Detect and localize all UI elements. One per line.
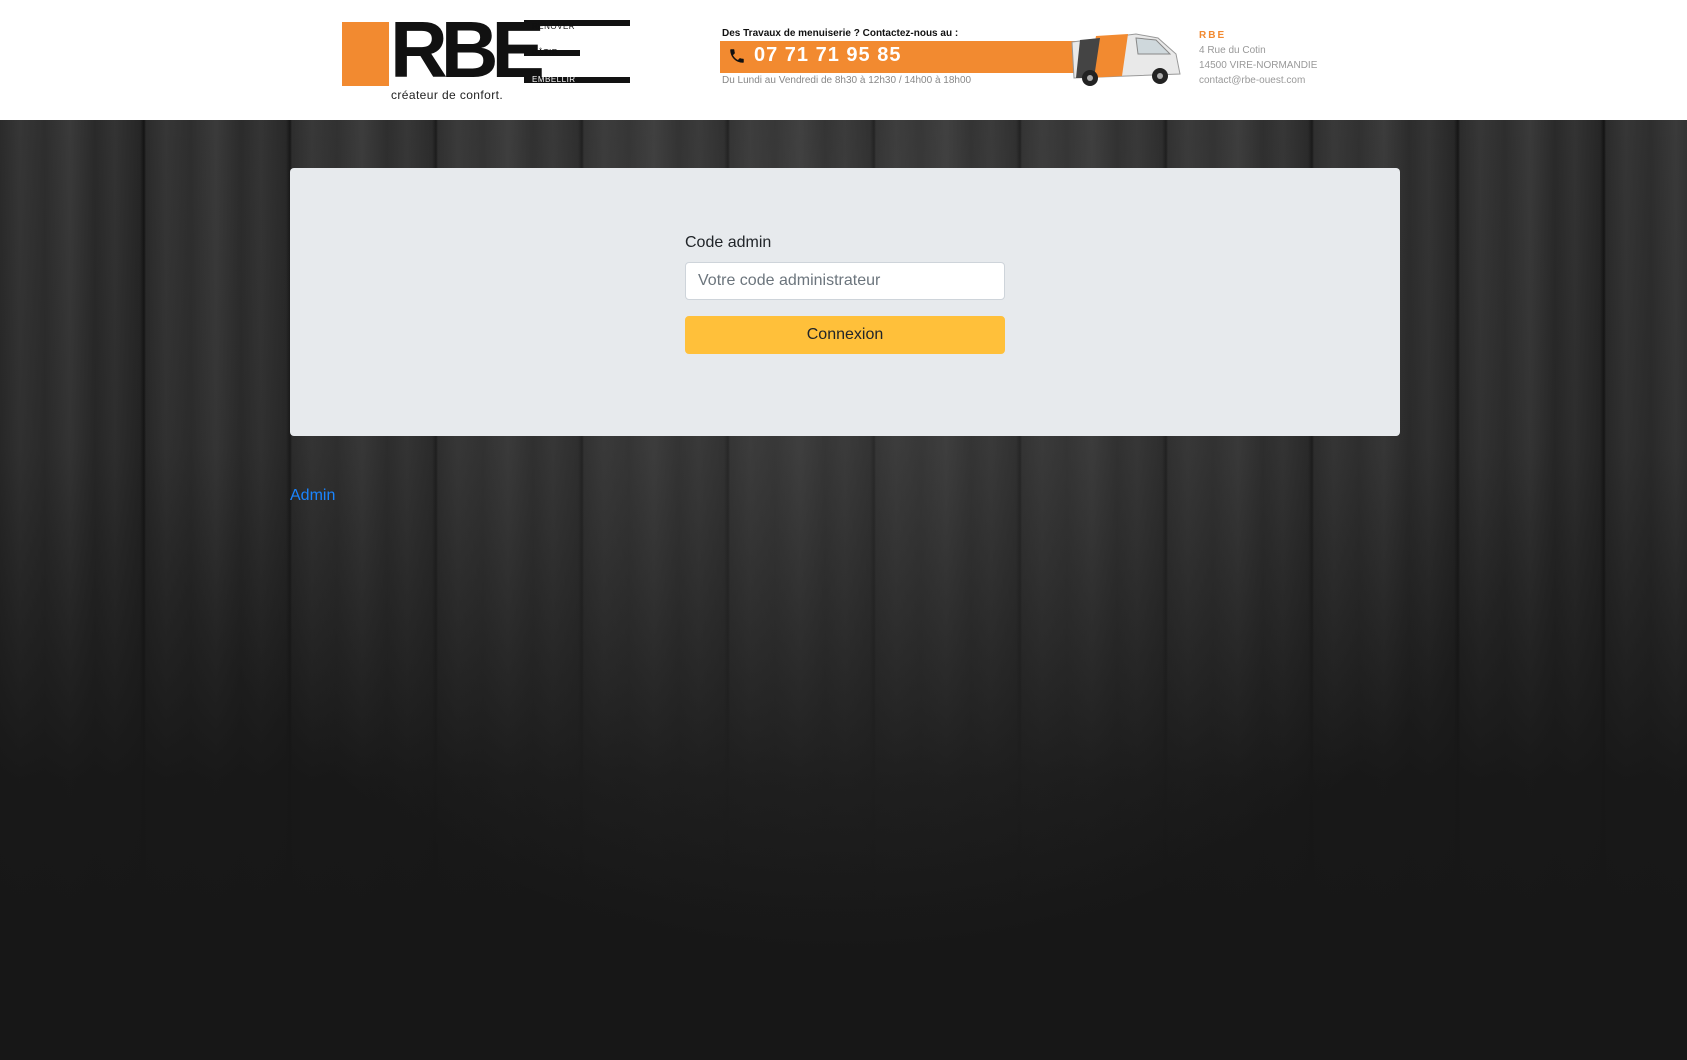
logo-word-batir: BÂTIR	[532, 48, 559, 57]
company-name: RBE	[1199, 30, 1227, 41]
van-icon	[1071, 33, 1181, 86]
site-header: RBE RÉNOVER BÂTIR EMBELLIR créateur de c…	[0, 0, 1687, 120]
company-address-line2: 14500 VIRE-NORMANDIE	[1199, 60, 1318, 71]
login-card: Code admin Connexion	[290, 168, 1400, 436]
logo-bars: RÉNOVER BÂTIR EMBELLIR	[524, 20, 630, 86]
phone-icon	[730, 49, 744, 63]
company-info: RBE 4 Rue du Cotin 14500 VIRE-NORMANDIE …	[1199, 28, 1317, 88]
admin-code-input[interactable]	[685, 262, 1005, 300]
admin-link[interactable]: Admin	[290, 487, 335, 505]
company-email[interactable]: contact@rbe-ouest.com	[1199, 73, 1317, 88]
connexion-button[interactable]: Connexion	[685, 316, 1005, 354]
logo-tagline: créateur de confort.	[391, 88, 504, 102]
logo-word-embellir: EMBELLIR	[532, 75, 576, 84]
opening-hours: Du Lundi au Vendredi de 8h30 à 12h30 / 1…	[722, 75, 972, 86]
logo-orange-block	[342, 22, 389, 86]
logo-letters: RBE	[390, 5, 545, 94]
rbe-logo[interactable]: RBE RÉNOVER BÂTIR EMBELLIR créateur de c…	[342, 10, 630, 104]
phone-bar[interactable]: 07 71 71 95 85	[720, 41, 1080, 73]
admin-login-form: Code admin Connexion	[685, 234, 1005, 354]
code-admin-label: Code admin	[685, 234, 772, 251]
contact-title: Des Travaux de menuiserie ? Contactez-no…	[722, 28, 959, 39]
phone-number: 07 71 71 95 85	[754, 44, 902, 66]
logo-word-renover: RÉNOVER	[532, 22, 576, 31]
company-address-line1: 4 Rue du Cotin	[1199, 45, 1266, 56]
